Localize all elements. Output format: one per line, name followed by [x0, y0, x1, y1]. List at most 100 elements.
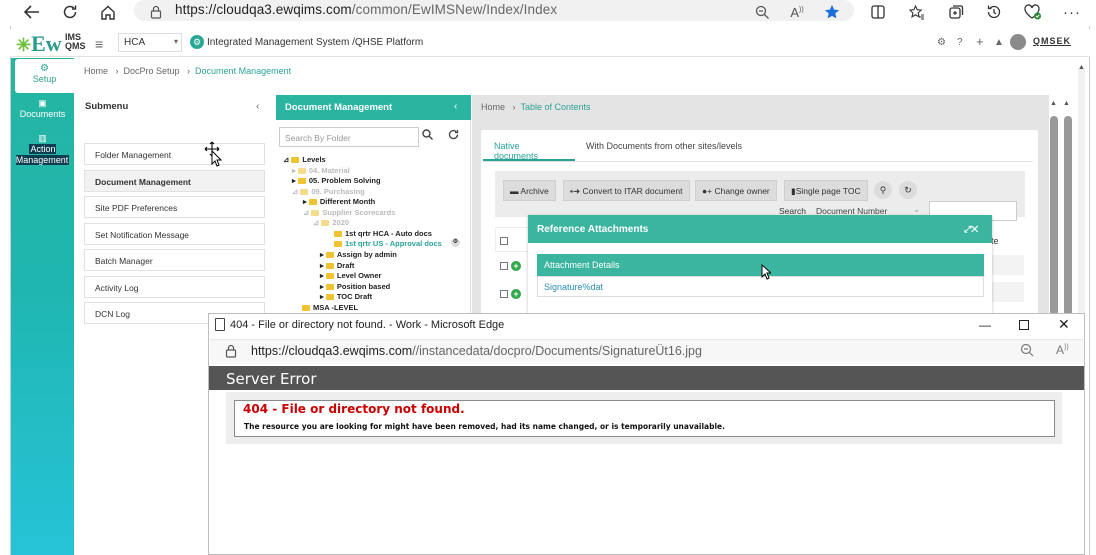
refresh-icon[interactable]	[59, 1, 81, 23]
row-checkbox[interactable]	[500, 290, 508, 298]
submenu-item-folder-management[interactable]: Folder Management	[84, 143, 265, 165]
tree-node[interactable]: ⊿ Levels	[283, 155, 326, 165]
submenu-item-activity-log[interactable]: Activity Log	[84, 276, 265, 298]
history-icon[interactable]	[983, 1, 1005, 23]
refresh-icon[interactable]	[448, 129, 459, 140]
settings-gear-icon[interactable]: ⚙	[937, 37, 946, 48]
favorite-star-icon[interactable]	[821, 1, 843, 23]
scroll-up-icon[interactable]: ▲	[1078, 64, 1085, 71]
breadcrumb-current: Document Management	[195, 66, 292, 76]
scroll-up-icon[interactable]: ▲	[1050, 100, 1057, 107]
modal-title: Reference Attachments	[528, 215, 992, 243]
tree-node[interactable]: ⊿ 09. Purchasing	[292, 187, 365, 197]
mouse-pointer-icon	[761, 264, 771, 280]
tree-label: 1st qrtr US - Approval docs	[345, 239, 442, 248]
tree-label: Draft	[336, 261, 355, 270]
url-text[interactable]: https://cloudqa3.ewqims.com/common/EwIMS…	[175, 2, 557, 17]
submenu-item-document-management[interactable]: Document Management	[84, 170, 265, 192]
browser-essentials-icon[interactable]	[1022, 1, 1044, 23]
submenu-item-site-pdf-preferences[interactable]: Site PDF Preferences	[84, 196, 265, 218]
page-icon	[215, 318, 225, 331]
company-logo-text: QMSEK	[1033, 36, 1072, 46]
breadcrumb-home[interactable]: Home	[84, 66, 108, 76]
home-icon[interactable]	[97, 1, 119, 23]
zoom-icon[interactable]	[1020, 343, 1034, 357]
platform-title: Integrated Management System /QHSE Platf…	[207, 37, 424, 48]
content-breadcrumb-home[interactable]: Home	[481, 102, 505, 112]
nav-documents-label: Documents	[19, 109, 66, 119]
popup-window-title: 404 - File or directory not found. - Wor…	[230, 319, 505, 331]
content-scrollbar-thumb[interactable]	[1050, 116, 1058, 316]
tree-node[interactable]: ▸ Different Month	[303, 197, 375, 207]
options-gear-icon[interactable]: ⚙	[451, 238, 460, 247]
convert-itar-button[interactable]: ▪➜ Convert to ITAR document	[563, 180, 690, 201]
content-breadcrumb: Home › Table of Contents	[481, 102, 591, 112]
content-scrollbar-thumb[interactable]	[1064, 116, 1072, 316]
tab-other-sites-documents[interactable]: With Documents from other sites/levels	[586, 141, 742, 151]
collections-icon[interactable]	[945, 1, 967, 23]
tree-node[interactable]: ▸ 05. Problem Solving	[292, 176, 381, 186]
expand-row-plus-icon[interactable]: +	[511, 289, 521, 299]
tree-node[interactable]: 1st qrtr HCA - Auto docs	[334, 229, 432, 239]
row-checkbox[interactable]	[500, 262, 508, 270]
back-icon[interactable]	[21, 1, 43, 23]
tree-node[interactable]: MSA -LEVEL	[302, 303, 358, 313]
close-icon[interactable]: ✕	[1058, 316, 1070, 333]
breadcrumb: Home › DocPro Setup › Document Managemen…	[84, 66, 292, 76]
read-aloud-icon[interactable]: A))	[1056, 343, 1069, 357]
maximize-icon[interactable]	[1019, 320, 1029, 330]
lock-icon	[145, 1, 167, 23]
chevron-left-icon[interactable]: ‹	[454, 101, 457, 112]
tree-label: TOC Draft	[336, 292, 373, 301]
error-message: The resource you are looking for might h…	[244, 422, 725, 431]
nav-item-setup[interactable]: ⚙ Setup	[15, 59, 74, 93]
hamburger-menu-icon[interactable]: ≡	[95, 36, 103, 52]
archive-button[interactable]: ▬ Archive	[503, 180, 556, 201]
tree-node[interactable]: ⊿ Supplier Scorecards	[303, 208, 395, 218]
tree-node[interactable]: ▸ Position based	[320, 282, 390, 292]
split-screen-icon[interactable]	[867, 1, 889, 23]
tree-node[interactable]: ▸ Draft	[320, 261, 354, 271]
minimize-icon[interactable]: —	[979, 318, 991, 332]
scroll-up-icon[interactable]: ▲	[1063, 100, 1070, 107]
more-options-icon[interactable]: ···	[1061, 1, 1083, 23]
refresh-icon[interactable]: ↻	[899, 181, 917, 199]
breadcrumb-docpro-setup[interactable]: DocPro Setup	[124, 66, 180, 76]
tree-node[interactable]: ⊿ 2020	[313, 218, 349, 228]
user-avatar[interactable]	[1010, 34, 1026, 50]
select-all-checkbox[interactable]	[500, 237, 508, 245]
ewqims-logo[interactable]: ✳Ew IMS QMS	[16, 31, 86, 57]
close-icon[interactable]: ✕	[971, 224, 978, 234]
user-add-icon: ●+	[702, 186, 715, 196]
tab-native-documents[interactable]: Native documents	[483, 131, 575, 161]
tree-label: 09. Purchasing	[311, 187, 365, 196]
submenu-item-set-notification-message[interactable]: Set Notification Message	[84, 223, 265, 245]
notification-bell-icon[interactable]: ▲	[994, 37, 1004, 48]
folder-search-input[interactable]: Search By Folder	[279, 127, 419, 147]
nav-item-documents[interactable]: ▣ Documents	[11, 98, 74, 120]
single-page-toc-button[interactable]: ▮Single page TOC	[784, 180, 868, 201]
popup-url-text[interactable]: https://cloudqa3.ewqims.com//instancedat…	[251, 344, 702, 358]
site-select[interactable]: HCA ▾	[118, 33, 182, 52]
submenu-item-batch-manager[interactable]: Batch Manager	[84, 249, 265, 271]
tree-node-selected[interactable]: 1st qrtr US - Approval docs	[334, 239, 442, 249]
change-owner-button[interactable]: ●+ Change owner	[695, 180, 777, 201]
expand-row-plus-icon[interactable]: +	[511, 261, 521, 271]
tree-label: Supplier Scorecards	[322, 208, 396, 217]
tree-node[interactable]: ▸ TOC Draft	[320, 292, 372, 302]
read-aloud-icon[interactable]: A))	[786, 1, 808, 23]
add-icon[interactable]: +	[976, 34, 984, 49]
help-icon[interactable]: ?	[957, 37, 963, 48]
tree-node[interactable]: ▸ Level Owner	[320, 271, 381, 281]
url-host: https://cloudqa3.ewqims.com	[175, 2, 352, 17]
tree-label: Levels	[302, 155, 326, 164]
tree-node[interactable]: ▸ 04. Material	[292, 166, 350, 176]
chevron-left-icon[interactable]: ‹	[256, 101, 259, 112]
favorites-icon[interactable]	[906, 1, 928, 23]
search-icon[interactable]: ⚲	[874, 181, 892, 199]
tree-node[interactable]: ▸ Assign by admin	[320, 250, 397, 260]
nav-item-action-management[interactable]: ▥ Action Management	[11, 133, 74, 166]
building-icon: ▥	[38, 133, 47, 143]
search-icon[interactable]	[422, 129, 433, 140]
zoom-icon[interactable]	[751, 1, 773, 23]
